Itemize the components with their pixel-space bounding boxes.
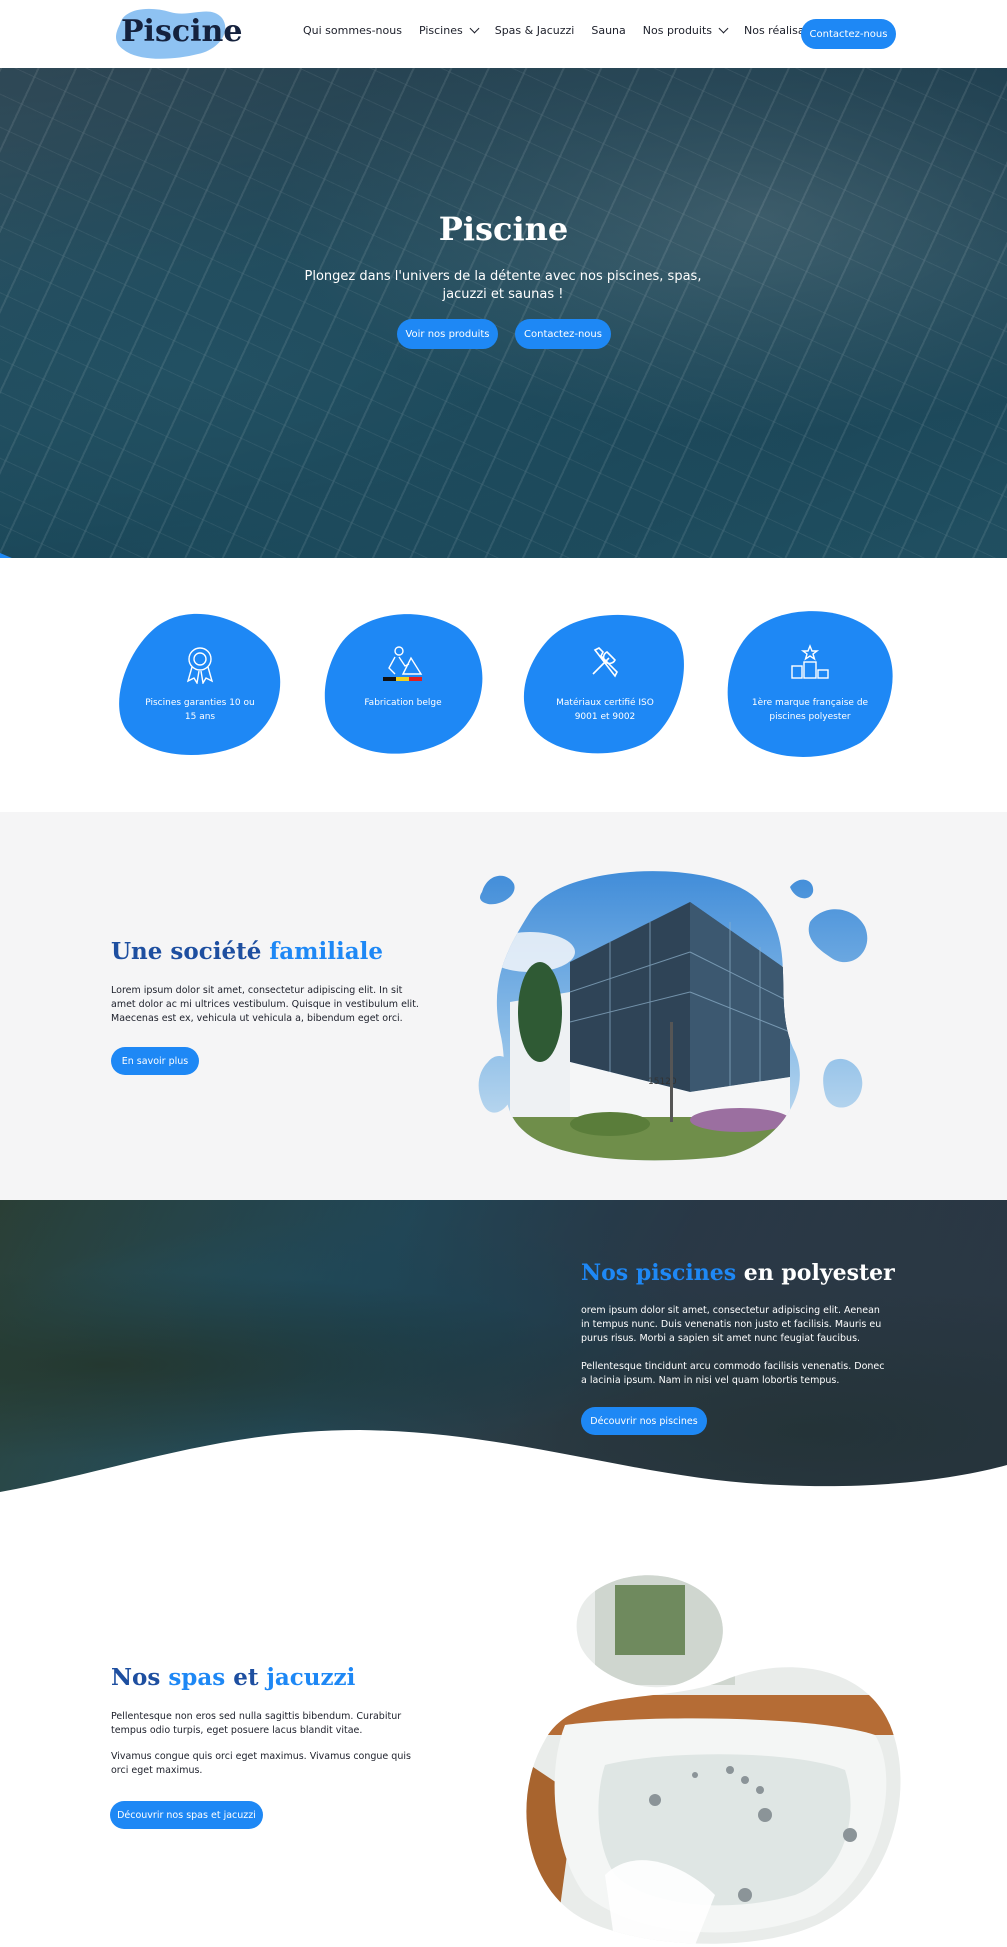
family-title: Une société familiale <box>111 938 383 965</box>
feature-card: Fabrication belge <box>318 608 488 758</box>
spas-section: Nos spas et jacuzzi Pellentesque non ero… <box>0 1530 1007 1947</box>
spas-paragraph-2: Vivamus congue quis orci eget maximus. V… <box>111 1751 411 1776</box>
hero-wave-divider <box>0 553 13 558</box>
nav-label: Spas & Jacuzzi <box>494 24 575 37</box>
title-accent: spas <box>168 1664 226 1691</box>
pools-section: Nos piscines en polyester orem ipsum dol… <box>0 1200 1007 1530</box>
jacuzzi-image <box>526 1575 901 1944</box>
title-accent: Nos piscines <box>581 1260 737 1286</box>
feature-card: Matériaux certifié ISO 9001 et 9002 <box>520 608 690 758</box>
pools-wave-divider <box>0 1430 1007 1530</box>
hero-subtitle: Plongez dans l'univers de la détente ave… <box>304 269 702 302</box>
title-accent: familiale <box>269 938 383 965</box>
feature-label: Piscines garanties 10 ou 15 ans <box>145 698 255 722</box>
title-text: Une société <box>111 938 262 965</box>
feature-label: Fabrication belge <box>364 698 442 708</box>
title-accent: jacuzzi <box>266 1664 356 1691</box>
construction-worker-icon <box>318 644 488 684</box>
chevron-down-icon <box>469 23 480 34</box>
hero-section: Piscine Plongez dans l'univers de la dét… <box>0 68 1007 558</box>
family-section: Une société familiale Lorem ipsum dolor … <box>0 812 1007 1200</box>
spas-title: Nos spas et jacuzzi <box>111 1664 355 1691</box>
site-logo[interactable]: Piscine <box>121 14 242 49</box>
spas-paragraph-1: Pellentesque non eros sed nulla sagittis… <box>111 1711 402 1736</box>
learn-more-button[interactable]: En savoir plus <box>111 1047 199 1075</box>
family-paragraph: Lorem ipsum dolor sit amet, consectetur … <box>111 985 419 1024</box>
nav-item-sauna[interactable]: Sauna <box>591 24 625 37</box>
nav-label: Sauna <box>591 24 626 37</box>
feature-blob <box>523 614 684 754</box>
pools-paragraph-2: Pellentesque tincidunt arcu commodo faci… <box>581 1361 885 1386</box>
hero-title: Piscine <box>438 210 569 248</box>
main-navigation: Qui sommes-nous Piscines Spas & Jacuzzi … <box>303 23 848 37</box>
title-text: et <box>233 1664 259 1691</box>
features-section: Piscines garanties 10 ou 15 ans Fabricat… <box>0 558 1007 812</box>
feature-label: Matériaux certifié ISO 9001 et 9002 <box>556 698 654 722</box>
pools-paragraph-1: orem ipsum dolor sit amet, consectetur a… <box>581 1305 882 1344</box>
award-ribbon-icon <box>115 644 285 684</box>
pools-title: Nos piscines en polyester <box>581 1260 895 1286</box>
title-text: Nos <box>111 1664 161 1691</box>
nav-label: Nos produits <box>642 24 712 37</box>
nav-label: Piscines <box>418 24 463 37</box>
view-products-button[interactable]: Voir nos produits <box>397 319 498 349</box>
nav-label: Qui sommes-nous <box>303 24 402 37</box>
feature-blob <box>727 611 893 757</box>
nav-item-piscines[interactable]: Piscines <box>418 23 480 37</box>
building-image: 15120 <box>478 871 868 1161</box>
podium-star-icon <box>725 644 895 680</box>
feature-label: 1ère marque française de piscines polyes… <box>751 698 869 722</box>
nav-item-nos-produits[interactable]: Nos produits <box>642 23 729 37</box>
contact-button[interactable]: Contactez-nous <box>801 19 896 49</box>
chevron-down-icon <box>718 23 729 34</box>
feature-card: 1ère marque française de piscines polyes… <box>725 608 895 758</box>
nav-item-qui-sommes-nous[interactable]: Qui sommes-nous <box>303 24 402 37</box>
tools-icon <box>520 644 690 680</box>
feature-card: Piscines garanties 10 ou 15 ans <box>115 608 285 758</box>
discover-spas-button[interactable]: Découvrir nos spas et jacuzzi <box>110 1801 263 1829</box>
nav-item-spas-jacuzzi[interactable]: Spas & Jacuzzi <box>495 24 575 37</box>
site-header: Piscine Qui sommes-nous Piscines Spas & … <box>0 0 1007 68</box>
hero-contact-button[interactable]: Contactez-nous <box>515 319 611 349</box>
title-text: en polyester <box>743 1260 895 1286</box>
